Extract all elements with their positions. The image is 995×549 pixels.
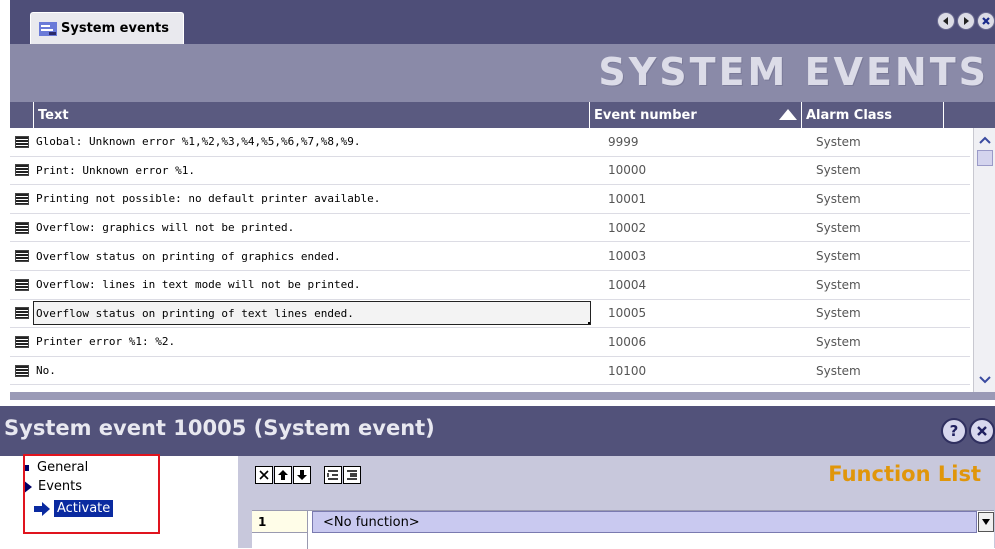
row-icon[interactable] [15,135,29,148]
cell-text-active[interactable]: Overflow status on printing of text line… [33,301,591,326]
scroll-down-icon[interactable] [977,372,993,388]
scroll-up-icon[interactable] [977,132,993,148]
previous-icon[interactable] [937,12,955,30]
table-row[interactable]: Print: Unknown error %1. 10000 System [10,157,970,186]
cell-alarm-class[interactable]: System [802,278,944,292]
system-events-icon [39,21,57,36]
cell-alarm-class[interactable]: System [802,306,944,320]
column-header-filler [944,102,995,128]
cell-text[interactable]: No. [34,364,590,377]
delete-icon[interactable] [255,466,273,484]
sort-ascending-icon [779,109,797,120]
vertical-scrollbar[interactable] [973,128,995,392]
cell-event-number[interactable]: 10000 [590,163,802,177]
cell-text[interactable]: Printing not possible: no default printe… [34,192,590,205]
cell-alarm-class[interactable]: System [802,221,944,235]
highlight-box [23,454,160,534]
cell-alarm-class[interactable]: System [802,364,944,378]
function-list-title: Function List [828,462,981,486]
table-row[interactable]: Global: Unknown error %1,%2,%3,%4,%5,%6,… [10,128,970,157]
function-list-grid: 1 <No function> [252,510,994,549]
cell-event-number[interactable]: 10005 [590,306,802,320]
table-row[interactable]: Overflow status on printing of graphics … [10,242,970,271]
function-select-value: <No function> [323,514,420,530]
table-header: Text Event number Alarm Class [10,102,995,128]
cell-alarm-class[interactable]: System [802,249,944,263]
row-icon[interactable] [15,278,29,291]
row-icon[interactable] [15,192,29,205]
tab-system-events[interactable]: System events [30,12,184,44]
table-row[interactable]: No. 10100 System [10,357,970,386]
cell-event-number[interactable]: 9999 [590,135,802,149]
tab-strip: System events [10,0,995,44]
cell-event-number[interactable]: 10004 [590,278,802,292]
cell-alarm-class[interactable]: System [802,135,944,149]
cell-event-number[interactable]: 10001 [590,192,802,206]
cell-event-number[interactable]: 10006 [590,335,802,349]
properties-title: System event 10005 (System event) [4,416,435,440]
move-up-icon[interactable] [274,466,292,484]
table-row[interactable]: Overflow: lines in text mode will not be… [10,271,970,300]
cell-event-number[interactable]: 10003 [590,249,802,263]
cell-text[interactable]: Overflow status on printing of graphics … [34,250,590,263]
table-row[interactable]: Printer error %1: %2. 10006 System [10,328,970,357]
select-all-header[interactable] [10,102,34,128]
cell-alarm-class[interactable]: System [802,163,944,177]
function-list-panel: Function List 1 <No function> [238,456,995,549]
cell-alarm-class[interactable]: System [802,335,944,349]
cell-text[interactable]: Print: Unknown error %1. [34,164,590,177]
table-body: Global: Unknown error %1,%2,%3,%4,%5,%6,… [10,128,970,386]
function-row-number-empty [252,533,308,549]
tab-label: System events [61,21,169,36]
nav-buttons [937,12,995,30]
cell-alarm-class[interactable]: System [802,192,944,206]
cell-event-number[interactable]: 10100 [590,364,802,378]
next-icon[interactable] [957,12,975,30]
move-down-icon[interactable] [293,466,311,484]
table-row[interactable]: Printing not possible: no default printe… [10,185,970,214]
cell-event-number[interactable]: 10002 [590,221,802,235]
row-icon[interactable] [15,335,29,348]
close-icon[interactable] [977,12,995,30]
cell-text[interactable]: Overflow: graphics will not be printed. [34,221,590,234]
chevron-down-icon[interactable] [978,512,994,532]
column-header-alarm-class[interactable]: Alarm Class [802,102,944,128]
indent-icon[interactable] [343,466,361,484]
outdent-icon[interactable] [324,466,342,484]
column-header-event-number-label: Event number [594,107,697,123]
function-select[interactable]: <No function> [312,511,977,533]
function-list-toolbar [255,466,374,484]
row-icon[interactable] [15,307,29,320]
scroll-thumb[interactable] [977,150,993,166]
function-row-number: 1 [252,511,308,533]
properties-header: System event 10005 (System event) ? [0,406,995,456]
row-icon[interactable] [15,364,29,377]
table-row-selected[interactable]: Overflow status on printing of text line… [10,300,970,329]
banner-title: SYSTEM EVENTS [598,50,989,94]
cell-text[interactable]: Printer error %1: %2. [34,335,590,348]
row-icon[interactable] [15,164,29,177]
close-properties-icon[interactable] [969,418,995,444]
cell-text[interactable]: Overflow: lines in text mode will not be… [34,278,590,291]
cell-text[interactable]: Global: Unknown error %1,%2,%3,%4,%5,%6,… [34,135,590,148]
editor-banner: SYSTEM EVENTS [10,44,995,102]
help-pin-icon[interactable]: ? [941,418,967,444]
system-events-table: Text Event number Alarm Class Global: Un… [10,102,995,392]
column-header-event-number[interactable]: Event number [590,102,802,128]
column-header-text[interactable]: Text [34,102,590,128]
row-icon[interactable] [15,221,29,234]
row-icon[interactable] [15,250,29,263]
table-row[interactable]: Overflow: graphics will not be printed. … [10,214,970,243]
